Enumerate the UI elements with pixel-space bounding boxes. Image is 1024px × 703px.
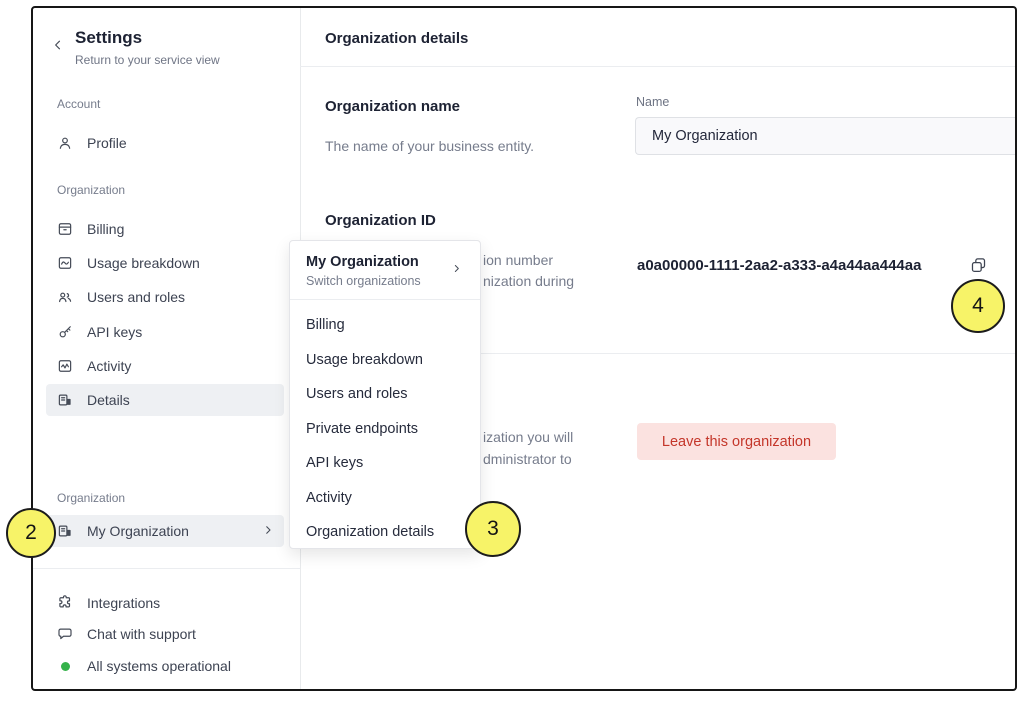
annotation-badge-3: 3 (465, 501, 521, 557)
org-id-title: Organization ID (325, 212, 436, 229)
organization-section-label: Organization (57, 183, 125, 197)
sidebar-item-chat-support[interactable]: Chat with support (46, 620, 284, 648)
account-section-label: Account (57, 97, 100, 111)
sidebar-item-usage-breakdown[interactable]: Usage breakdown (46, 247, 284, 279)
organization-id-value: a0a00000-1111-2aa2-a333-a4a44aa444aa (637, 257, 921, 274)
organization-icon (56, 522, 74, 540)
key-icon (56, 323, 74, 341)
sidebar-item-profile[interactable]: Profile (46, 127, 284, 159)
menu-org-name: My Organization (306, 254, 464, 270)
header-divider (300, 66, 1015, 67)
sidebar-item-users-roles[interactable]: Users and roles (46, 281, 284, 313)
billing-icon (56, 220, 74, 238)
sidebar-item-label: Details (87, 392, 130, 408)
annotation-badge-4: 4 (951, 279, 1005, 333)
usage-icon (56, 254, 74, 272)
menu-item-users-roles[interactable]: Users and roles (290, 377, 480, 412)
leave-organization-button[interactable]: Leave this organization (637, 423, 836, 460)
sidebar-item-details[interactable]: Details (46, 384, 284, 416)
sidebar-item-label: Chat with support (87, 626, 196, 642)
status-dot (56, 657, 74, 675)
page-title: Organization details (325, 30, 468, 47)
organization-switcher-menu: My Organization Switch organizations Bil… (289, 240, 481, 549)
sidebar-item-label: Billing (87, 221, 124, 237)
sidebar-item-label: Users and roles (87, 289, 185, 305)
return-link[interactable]: Return to your service view (75, 53, 220, 67)
sidebar-item-activity[interactable]: Activity (46, 350, 284, 382)
menu-item-activity[interactable]: Activity (290, 481, 480, 516)
chevron-right-icon (262, 523, 274, 539)
sidebar-item-label: My Organization (87, 523, 189, 539)
menu-org-subtitle: Switch organizations (306, 274, 464, 288)
menu-item-api-keys[interactable]: API keys (290, 446, 480, 481)
organization-icon (56, 391, 74, 409)
sidebar-item-label: Profile (87, 135, 127, 151)
leave-description-fragment: ization you will (483, 429, 573, 445)
puzzle-icon (56, 594, 74, 612)
sidebar-item-status[interactable]: All systems operational (46, 652, 284, 680)
org-id-description-fragment: ion number (483, 252, 553, 268)
organization-name-input[interactable] (635, 117, 1015, 155)
sidebar-item-my-organization[interactable]: My Organization (46, 515, 284, 547)
menu-org-header[interactable]: My Organization Switch organizations (290, 241, 480, 299)
profile-icon (56, 134, 74, 152)
annotation-badge-2: 2 (6, 508, 56, 558)
leave-description-fragment: dministrator to (483, 451, 572, 467)
menu-item-usage-breakdown[interactable]: Usage breakdown (290, 343, 480, 378)
sidebar-item-api-keys[interactable]: API keys (46, 316, 284, 348)
org-id-description-fragment: nization during (483, 273, 574, 289)
name-field-label: Name (636, 95, 669, 109)
org-name-description: The name of your business entity. (325, 138, 534, 154)
chat-icon (56, 625, 74, 643)
menu-item-organization-details[interactable]: Organization details (290, 515, 480, 550)
chevron-right-icon (451, 261, 462, 279)
sidebar-item-label: API keys (87, 324, 142, 340)
copy-icon[interactable] (966, 253, 990, 277)
back-chevron-icon[interactable] (51, 38, 65, 52)
settings-title[interactable]: Settings (75, 28, 142, 48)
sidebar-item-billing[interactable]: Billing (46, 213, 284, 245)
app-window: Settings Return to your service view Acc… (31, 6, 1017, 691)
sidebar-item-label: Usage breakdown (87, 255, 200, 271)
sidebar-divider (33, 568, 300, 569)
sidebar-item-integrations[interactable]: Integrations (46, 589, 284, 617)
sidebar-item-label: All systems operational (87, 658, 231, 674)
menu-item-private-endpoints[interactable]: Private endpoints (290, 412, 480, 447)
org-name-title: Organization name (325, 98, 460, 115)
activity-icon (56, 357, 74, 375)
organization-section-label-2: Organization (57, 491, 125, 505)
sidebar-item-label: Activity (87, 358, 131, 374)
sidebar-item-label: Integrations (87, 595, 160, 611)
menu-item-billing[interactable]: Billing (290, 308, 480, 343)
users-icon (56, 288, 74, 306)
